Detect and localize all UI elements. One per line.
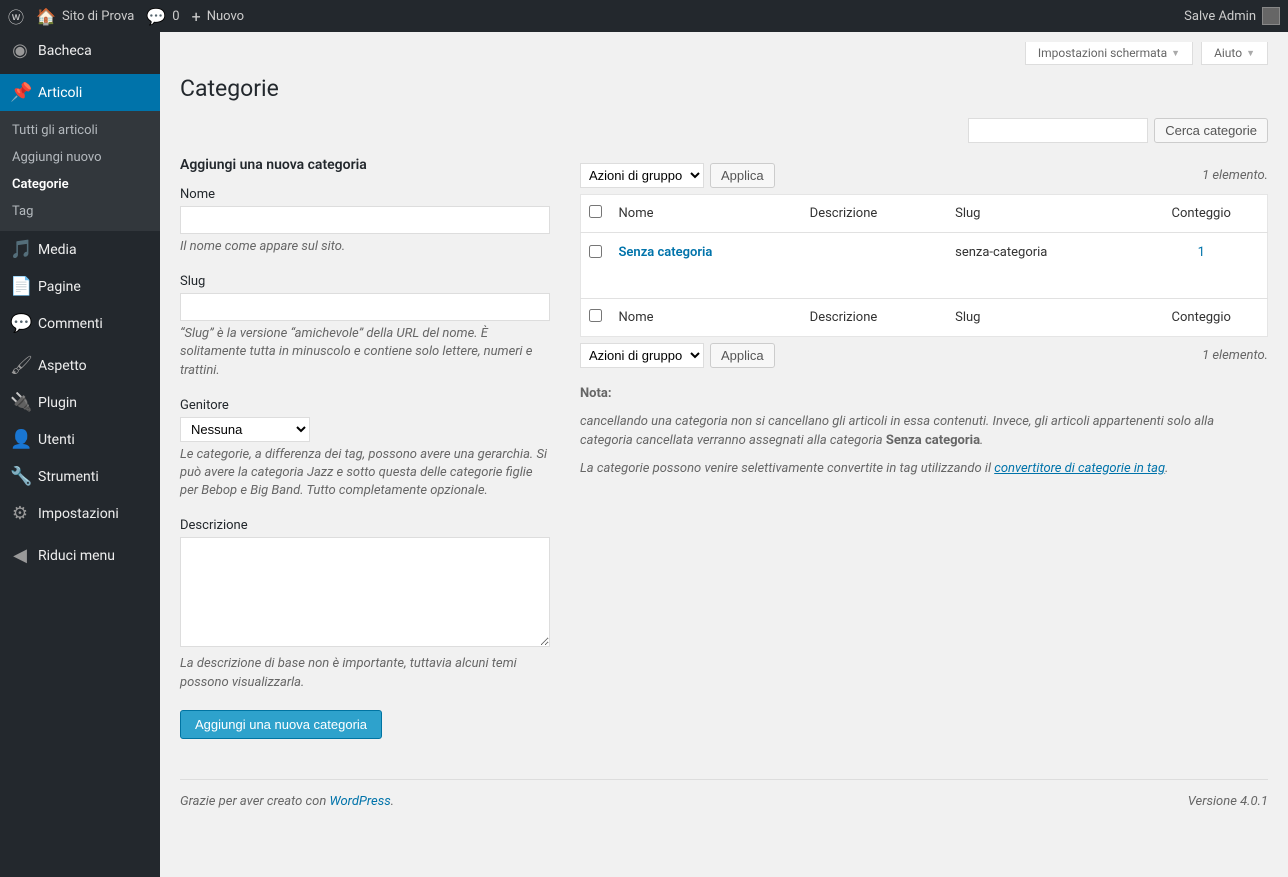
add-category-form: Aggiungi una nuova categoria Nome Il nom… xyxy=(180,157,550,739)
slug-input[interactable] xyxy=(180,293,550,321)
item-count-top: 1 elemento. xyxy=(1202,168,1268,183)
comments-count: 0 xyxy=(172,9,179,24)
row-count-link[interactable]: 1 xyxy=(1198,245,1205,260)
comment-icon: 💬 xyxy=(10,313,30,334)
slug-help: “Slug” è la versione “amichevole” della … xyxy=(180,325,550,380)
new-label: Nuovo xyxy=(207,9,244,24)
wordpress-link[interactable]: WordPress xyxy=(329,794,390,809)
search-button[interactable]: Cerca categorie xyxy=(1154,118,1268,143)
row-slug: senza-categoria xyxy=(947,233,1135,299)
notes: Nota: cancellando una categoria non si c… xyxy=(580,384,1268,478)
new-link[interactable]: + Nuovo xyxy=(192,7,244,26)
plus-icon: + xyxy=(192,7,201,26)
chevron-down-icon: ▼ xyxy=(1246,48,1255,59)
admin-sidebar: ◉Bacheca 📌Articoli Tutti gli articoli Ag… xyxy=(0,32,160,877)
row-checkbox[interactable] xyxy=(589,245,602,258)
menu-comments[interactable]: 💬Commenti xyxy=(0,305,160,342)
parent-help: Le categorie, a differenza dei tag, poss… xyxy=(180,446,550,501)
bulk-action-select-bottom[interactable]: Azioni di gruppo xyxy=(580,343,704,368)
collapse-menu[interactable]: ◀Riduci menu xyxy=(0,537,160,574)
dashboard-icon: ◉ xyxy=(10,40,30,61)
submenu-add-new[interactable]: Aggiungi nuovo xyxy=(0,144,160,171)
home-icon: 🏠 xyxy=(36,7,56,26)
apply-button-top[interactable]: Applica xyxy=(710,163,775,188)
page-icon: 📄 xyxy=(10,276,30,297)
wrench-icon: 🔧 xyxy=(10,466,30,487)
menu-media[interactable]: 🎵Media xyxy=(0,231,160,268)
submenu-tags[interactable]: Tag xyxy=(0,198,160,225)
menu-tools[interactable]: 🔧Strumenti xyxy=(0,458,160,495)
media-icon: 🎵 xyxy=(10,239,30,260)
menu-plugins[interactable]: 🔌Plugin xyxy=(0,384,160,421)
row-desc xyxy=(802,233,947,299)
name-input[interactable] xyxy=(180,206,550,234)
greeting: Salve Admin xyxy=(1184,9,1256,24)
site-link[interactable]: 🏠 Sito di Prova xyxy=(36,7,134,26)
version-text: Versione 4.0.1 xyxy=(1188,794,1268,809)
menu-settings[interactable]: ⚙Impostazioni xyxy=(0,495,160,532)
help-tab[interactable]: Aiuto▼ xyxy=(1201,42,1268,65)
page-title: Categorie xyxy=(180,75,1268,102)
categories-list: Azioni di gruppo Applica 1 elemento. Nom… xyxy=(580,157,1268,739)
chevron-down-icon: ▼ xyxy=(1171,48,1180,59)
sliders-icon: ⚙ xyxy=(10,503,30,524)
site-name: Sito di Prova xyxy=(62,9,134,24)
desc-textarea[interactable] xyxy=(180,537,550,647)
apply-button-bottom[interactable]: Applica xyxy=(710,343,775,368)
col-slug[interactable]: Slug xyxy=(947,195,1135,233)
col-count[interactable]: Conteggio xyxy=(1135,195,1267,233)
converter-link[interactable]: convertitore di categorie in tag xyxy=(994,461,1165,476)
parent-select[interactable]: Nessuna xyxy=(180,417,310,442)
brush-icon: 🖌 xyxy=(10,355,30,376)
desc-help: La descrizione di base non è importante,… xyxy=(180,655,550,691)
table-row: Senza categoria senza-categoria 1 xyxy=(581,233,1268,299)
menu-posts[interactable]: 📌Articoli xyxy=(0,74,160,111)
submenu-categories[interactable]: Categorie xyxy=(0,171,160,198)
avatar xyxy=(1262,7,1280,25)
form-heading: Aggiungi una nuova categoria xyxy=(180,157,550,173)
account-link[interactable]: Salve Admin xyxy=(1184,7,1280,25)
comment-icon: 💬 xyxy=(146,7,166,26)
bulk-action-select-top[interactable]: Azioni di gruppo xyxy=(580,163,704,188)
slug-label: Slug xyxy=(180,274,550,289)
name-help: Il nome come appare sul sito. xyxy=(180,238,550,256)
main-content: Impostazioni schermata▼ Aiuto▼ Categorie… xyxy=(160,32,1288,877)
screen-options-tab[interactable]: Impostazioni schermata▼ xyxy=(1025,42,1193,65)
submit-button[interactable]: Aggiungi una nuova categoria xyxy=(180,710,382,739)
col-name[interactable]: Nome xyxy=(611,195,802,233)
admin-toolbar: ⓦ 🏠Sito di Prova 💬0 +Nuovo Salve Admin xyxy=(0,0,1288,32)
submenu-all-posts[interactable]: Tutti gli articoli xyxy=(0,117,160,144)
select-all-top[interactable] xyxy=(589,205,602,218)
comments-link[interactable]: 💬0 xyxy=(146,7,179,26)
col-desc[interactable]: Descrizione xyxy=(802,195,947,233)
plug-icon: 🔌 xyxy=(10,392,30,413)
search-input[interactable] xyxy=(968,118,1148,143)
menu-dashboard[interactable]: ◉Bacheca xyxy=(0,32,160,69)
footer: Grazie per aver creato con WordPress. Ve… xyxy=(180,779,1268,809)
wordpress-icon: ⓦ xyxy=(8,4,24,28)
item-count-bottom: 1 elemento. xyxy=(1202,348,1268,363)
select-all-bottom[interactable] xyxy=(589,309,602,322)
menu-appearance[interactable]: 🖌Aspetto xyxy=(0,347,160,384)
row-name-link[interactable]: Senza categoria xyxy=(619,245,713,260)
pin-icon: 📌 xyxy=(10,82,30,103)
submenu-posts: Tutti gli articoli Aggiungi nuovo Catego… xyxy=(0,111,160,231)
note-heading: Nota: xyxy=(580,386,612,401)
desc-label: Descrizione xyxy=(180,518,550,533)
menu-pages[interactable]: 📄Pagine xyxy=(0,268,160,305)
wp-logo[interactable]: ⓦ xyxy=(8,4,24,28)
name-label: Nome xyxy=(180,187,550,202)
user-icon: 👤 xyxy=(10,429,30,450)
chevron-left-icon: ◀ xyxy=(10,545,30,566)
parent-label: Genitore xyxy=(180,398,550,413)
menu-users[interactable]: 👤Utenti xyxy=(0,421,160,458)
categories-table: Nome Descrizione Slug Conteggio Senza ca… xyxy=(580,194,1268,337)
